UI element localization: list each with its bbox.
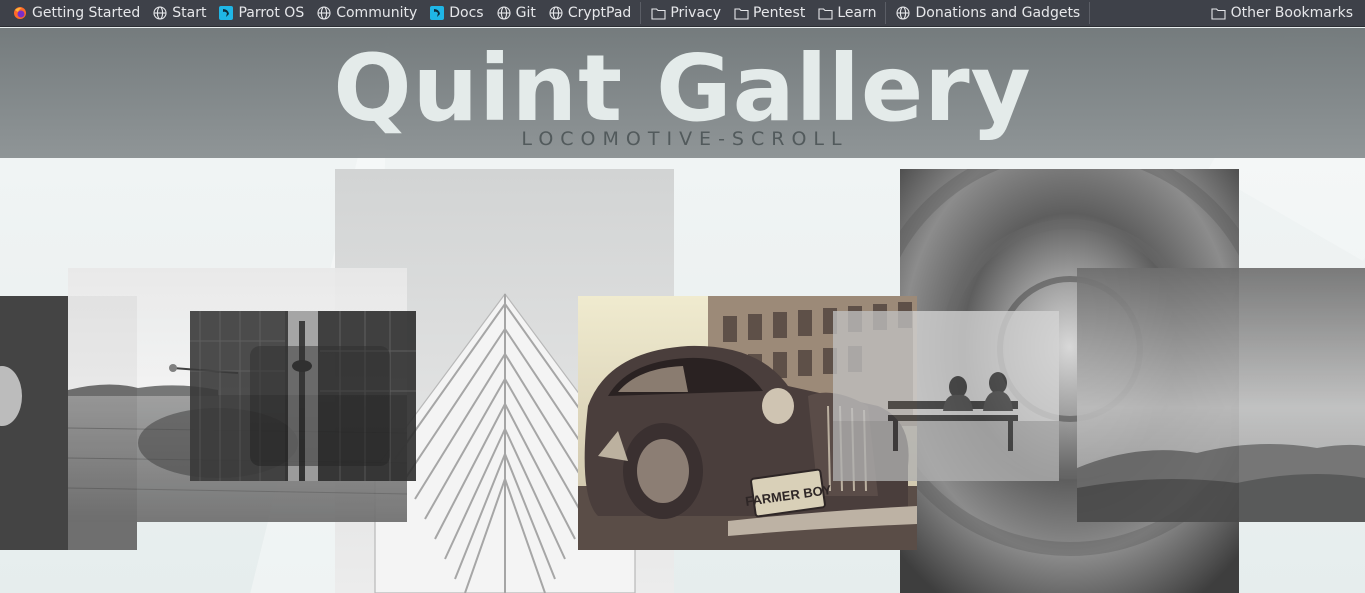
toolbar-separator <box>1089 2 1091 24</box>
bookmark-label: Privacy <box>670 5 722 21</box>
bookmark-git[interactable]: Git <box>490 0 542 27</box>
bookmark-label: Other Bookmarks <box>1230 5 1353 21</box>
bookmark-community[interactable]: Community <box>310 0 423 27</box>
bookmark-parrot-os[interactable]: Parrot OS <box>212 0 310 27</box>
globe-icon <box>548 5 564 21</box>
bookmark-label: Donations and Gadgets <box>915 5 1081 21</box>
photo-couple-bench[interactable] <box>833 311 1059 481</box>
bookmarks-toolbar: Getting Started Start Parrot OS Communit… <box>0 0 1365 27</box>
photo-city-tower[interactable] <box>190 311 416 481</box>
folder-icon <box>1211 5 1227 21</box>
bookmark-label: Git <box>515 5 536 21</box>
bookmark-other-bookmarks[interactable]: Other Bookmarks <box>1205 0 1365 27</box>
bookmark-start[interactable]: Start <box>146 0 212 27</box>
bookmark-label: CryptPad <box>567 5 632 21</box>
bookmark-label: Getting Started <box>32 5 141 21</box>
gallery-page[interactable]: FARMER BOY Quint Gallery LOCOMOTIVE-SCRO… <box>0 28 1365 593</box>
photo-hills[interactable] <box>1077 268 1365 522</box>
globe-icon <box>152 5 168 21</box>
bookmark-folder-pentest[interactable]: Pentest <box>727 0 811 27</box>
folder-icon <box>733 5 749 21</box>
folder-icon <box>817 5 833 21</box>
bookmark-label: Community <box>336 5 418 21</box>
bookmark-folder-learn[interactable]: Learn <box>811 0 882 27</box>
toolbar-separator <box>885 2 887 24</box>
globe-icon <box>316 5 332 21</box>
bookmark-folder-privacy[interactable]: Privacy <box>644 0 727 27</box>
globe-icon <box>496 5 512 21</box>
bookmark-label: Parrot OS <box>238 5 305 21</box>
toolbar-separator <box>640 2 642 24</box>
bookmark-label: Start <box>172 5 207 21</box>
bookmark-docs[interactable]: Docs <box>423 0 489 27</box>
bookmark-cryptpad[interactable]: CryptPad <box>542 0 637 27</box>
globe-icon <box>895 5 911 21</box>
bookmark-donations-and-gadgets[interactable]: Donations and Gadgets <box>889 0 1086 27</box>
bookmark-label: Pentest <box>753 5 806 21</box>
page-subtitle: LOCOMOTIVE-SCROLL <box>521 128 849 150</box>
bookmark-label: Docs <box>449 5 484 21</box>
bookmark-label: Learn <box>837 5 877 21</box>
firefox-icon <box>12 5 28 21</box>
parrot-icon <box>218 5 234 21</box>
bookmark-getting-started[interactable]: Getting Started <box>0 0 146 27</box>
parrot-icon <box>429 5 445 21</box>
folder-icon <box>650 5 666 21</box>
